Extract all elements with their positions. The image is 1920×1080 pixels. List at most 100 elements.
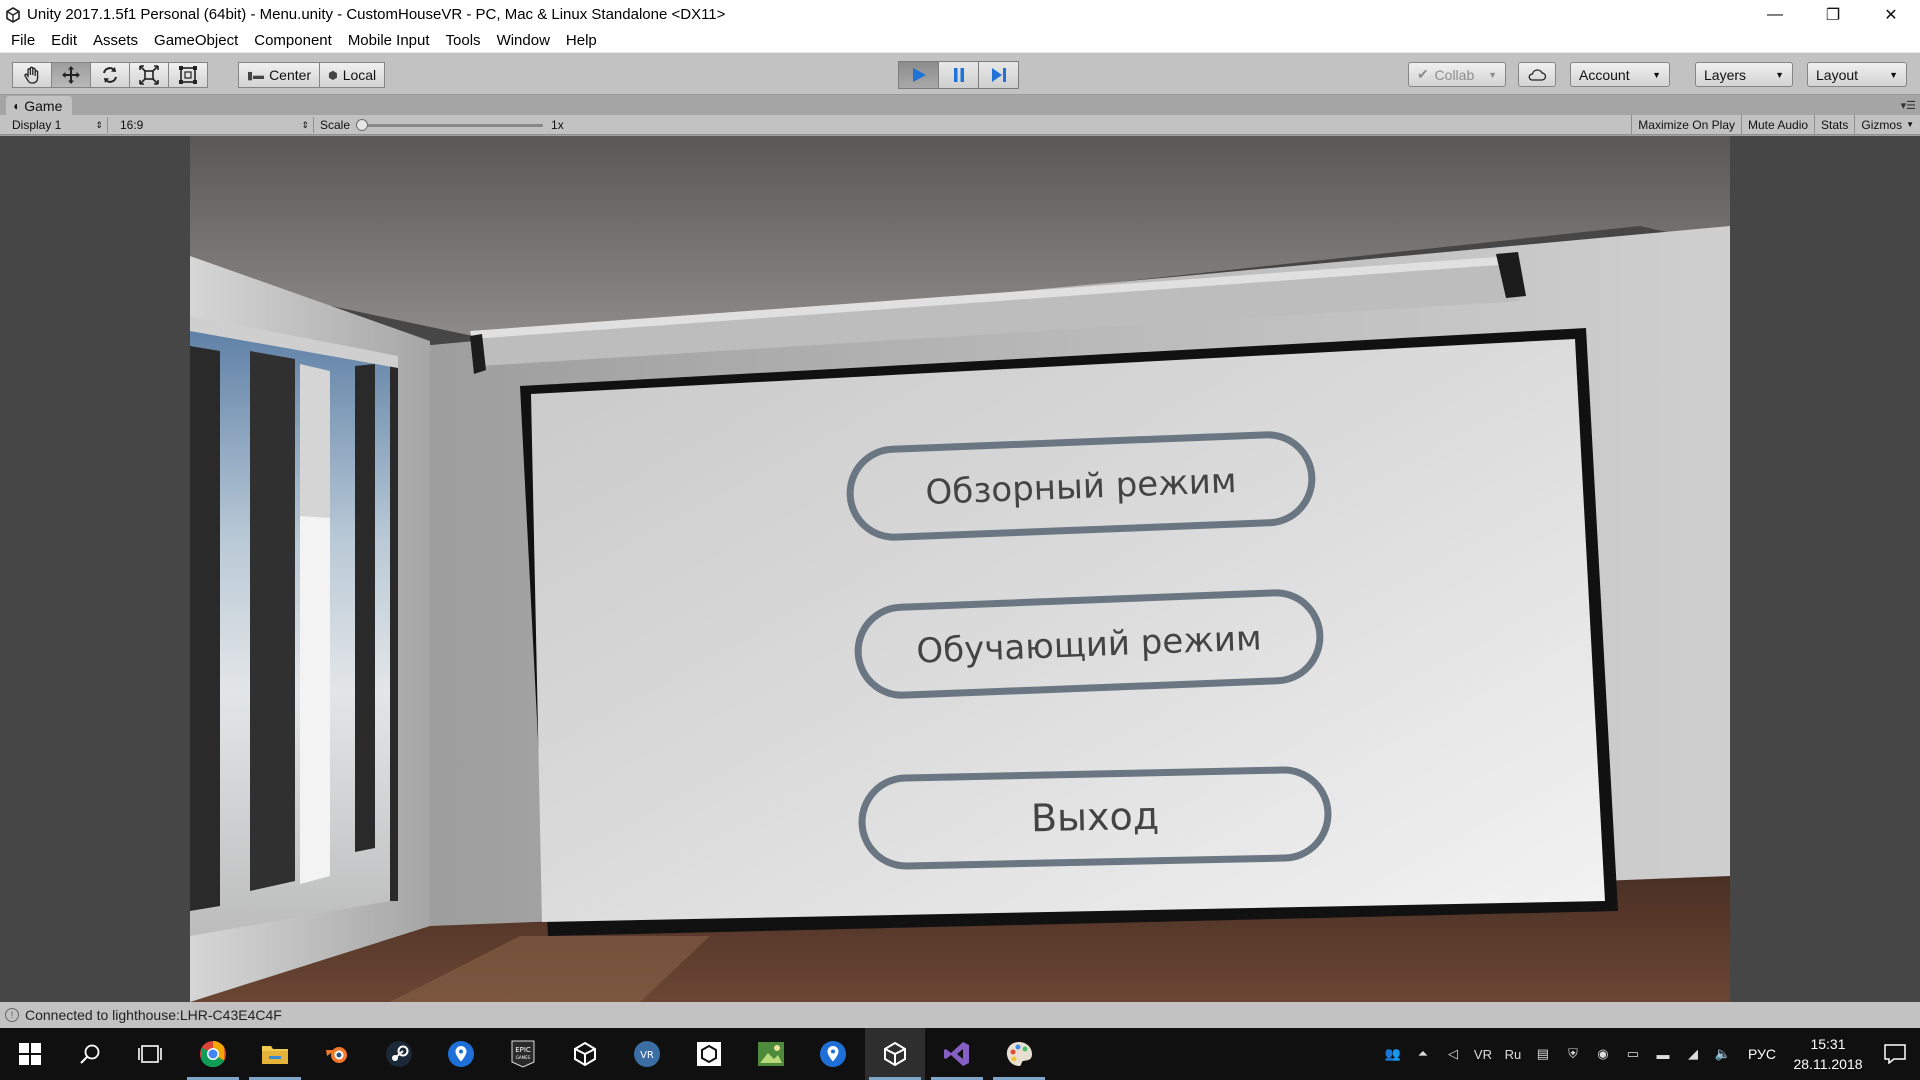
unity-square-icon: [697, 1042, 721, 1066]
step-button[interactable]: [978, 61, 1019, 89]
menu-help[interactable]: Help: [558, 32, 605, 49]
playmode-controls: [898, 61, 1019, 89]
notification-center-button[interactable]: [1870, 1028, 1920, 1080]
task-view-icon: [138, 1045, 162, 1063]
play-button[interactable]: [898, 61, 939, 89]
pause-button[interactable]: [938, 61, 979, 89]
taskbar-blender[interactable]: [307, 1028, 367, 1080]
stats-toggle[interactable]: Stats: [1814, 115, 1854, 134]
pivot-center-label: Center: [269, 67, 312, 83]
input-language[interactable]: РУС: [1738, 1046, 1786, 1062]
main-toolbar: ▮▬ Center ⬢ Local ✔ Collab ▼ Account ▼ L…: [0, 53, 1920, 95]
menu-window[interactable]: Window: [489, 32, 558, 49]
task-view-button[interactable]: [120, 1028, 180, 1080]
rotate-tool-button[interactable]: [90, 62, 130, 88]
minimize-button[interactable]: —: [1746, 0, 1804, 29]
epic-tray-icon[interactable]: ▤: [1528, 1028, 1558, 1080]
keyboard-layout-tray-icon[interactable]: Ru: [1498, 1028, 1528, 1080]
svg-text:GAMES: GAMES: [516, 1055, 531, 1060]
account-dropdown[interactable]: Account ▼: [1570, 62, 1670, 87]
search-icon: [80, 1044, 100, 1064]
windows-taskbar: EPIC GAMES VR 👥 ⏶ ◁ VR Ru ▤ ⛨ ◉ ▭ ▬ ◢ 🔈 Р…: [0, 1028, 1920, 1080]
taskbar-steamvr[interactable]: VR: [617, 1028, 677, 1080]
sync-tray-icon[interactable]: ◉: [1588, 1028, 1618, 1080]
layers-dropdown[interactable]: Layers ▼: [1695, 62, 1793, 87]
menu-tools[interactable]: Tools: [438, 32, 489, 49]
taskbar-unity-editor[interactable]: [865, 1028, 925, 1080]
hand-tool-button[interactable]: [12, 62, 52, 88]
display-select[interactable]: Display 1 ⇕: [6, 117, 108, 133]
unity-icon: [574, 1041, 596, 1067]
vr-tray-icon[interactable]: VR: [1468, 1028, 1498, 1080]
menu-edit[interactable]: Edit: [43, 32, 85, 49]
taskbar-steam[interactable]: [369, 1028, 429, 1080]
security-shield-icon[interactable]: ⛨: [1558, 1028, 1588, 1080]
menu-gameobject[interactable]: GameObject: [146, 32, 246, 49]
paint-palette-icon: [1006, 1042, 1032, 1066]
taskbar-unity-editor-alt[interactable]: [679, 1028, 739, 1080]
step-icon: [991, 68, 1006, 82]
taskbar-explorer[interactable]: [245, 1028, 305, 1080]
maximize-on-play-toggle[interactable]: Maximize On Play: [1631, 115, 1741, 134]
usb-device-icon[interactable]: ▭: [1618, 1028, 1648, 1080]
start-button[interactable]: [0, 1028, 60, 1080]
taskbar-maps[interactable]: [431, 1028, 491, 1080]
move-tool-button[interactable]: [51, 62, 91, 88]
pivot-local-button[interactable]: ⬢ Local: [319, 62, 386, 88]
unity-icon: [884, 1041, 906, 1067]
taskbar-chrome[interactable]: [183, 1028, 243, 1080]
rotate-icon: [103, 67, 117, 83]
search-button[interactable]: [60, 1028, 120, 1080]
taskbar-visual-studio[interactable]: [927, 1028, 987, 1080]
pivot-center-button[interactable]: ▮▬ Center: [238, 62, 321, 88]
battery-icon[interactable]: ▬: [1648, 1028, 1678, 1080]
tray-app-icon[interactable]: ⏶: [1408, 1028, 1438, 1080]
map-pin-icon: [820, 1041, 846, 1067]
system-tray: 👥 ⏶ ◁ VR Ru ▤ ⛨ ◉ ▭ ▬ ◢ 🔈 РУС 15:31 28.1…: [1378, 1028, 1920, 1080]
mute-audio-toggle[interactable]: Mute Audio: [1741, 115, 1814, 134]
taskbar-epic-games[interactable]: EPIC GAMES: [493, 1028, 553, 1080]
status-message[interactable]: Connected to lighthouse:LHR-C43E4C4F: [25, 1007, 282, 1023]
close-button[interactable]: ✕: [1862, 0, 1920, 29]
scale-tool-button[interactable]: [129, 62, 169, 88]
scale-slider-knob[interactable]: [356, 118, 369, 131]
game-view[interactable]: Обзорный режим Обучающий режим Выход: [0, 136, 1920, 1002]
game-render[interactable]: Обзорный режим Обучающий режим Выход: [190, 136, 1730, 1002]
people-icon[interactable]: 👥: [1378, 1028, 1408, 1080]
windows-logo-icon: [19, 1043, 41, 1065]
menu-component[interactable]: Component: [246, 32, 340, 49]
wifi-icon[interactable]: ◢: [1678, 1028, 1708, 1080]
tab-game[interactable]: ◖ Game: [6, 96, 73, 115]
chevron-down-icon: ▼: [1775, 69, 1784, 80]
aspect-select[interactable]: 16:9 ⇕: [114, 117, 314, 133]
unity-tray-icon[interactable]: ◁: [1438, 1028, 1468, 1080]
restore-button[interactable]: ❐: [1804, 0, 1862, 29]
menu-file[interactable]: File: [3, 32, 43, 49]
steam-icon: [386, 1041, 412, 1067]
collab-dropdown[interactable]: ✔ Collab ▼: [1408, 62, 1506, 87]
pivot-toggles: ▮▬ Center ⬢ Local: [238, 62, 386, 88]
volume-icon[interactable]: 🔈: [1708, 1028, 1738, 1080]
tab-game-label: Game: [24, 97, 63, 114]
hand-icon: [24, 66, 39, 84]
clock[interactable]: 15:31 28.11.2018: [1786, 1034, 1870, 1074]
rect-tool-button[interactable]: [168, 62, 208, 88]
epic-games-icon: EPICGAMES: [511, 1040, 535, 1068]
menu-mobile-input[interactable]: Mobile Input: [340, 32, 438, 49]
gizmos-dropdown[interactable]: Gizmos ▼: [1854, 115, 1920, 134]
layers-label: Layers: [1704, 66, 1747, 83]
taskbar-maps-2[interactable]: [803, 1028, 863, 1080]
chevron-down-icon: ▼: [1488, 69, 1497, 80]
taskbar-paint[interactable]: [989, 1028, 1049, 1080]
cloud-button[interactable]: [1518, 62, 1556, 87]
vr-icon: VR: [634, 1041, 660, 1067]
account-label: Account: [1579, 66, 1630, 83]
taskbar-image-viewer[interactable]: [741, 1028, 801, 1080]
status-bar: ! Connected to lighthouse:LHR-C43E4C4F: [0, 1002, 1920, 1028]
menu-assets[interactable]: Assets: [85, 32, 146, 49]
tab-menu-icon[interactable]: ▾☰: [1901, 99, 1916, 112]
scale-slider[interactable]: [356, 118, 544, 131]
scale-icon: [139, 65, 159, 85]
layout-dropdown[interactable]: Layout ▼: [1807, 62, 1907, 87]
taskbar-unity-hub[interactable]: [555, 1028, 615, 1080]
